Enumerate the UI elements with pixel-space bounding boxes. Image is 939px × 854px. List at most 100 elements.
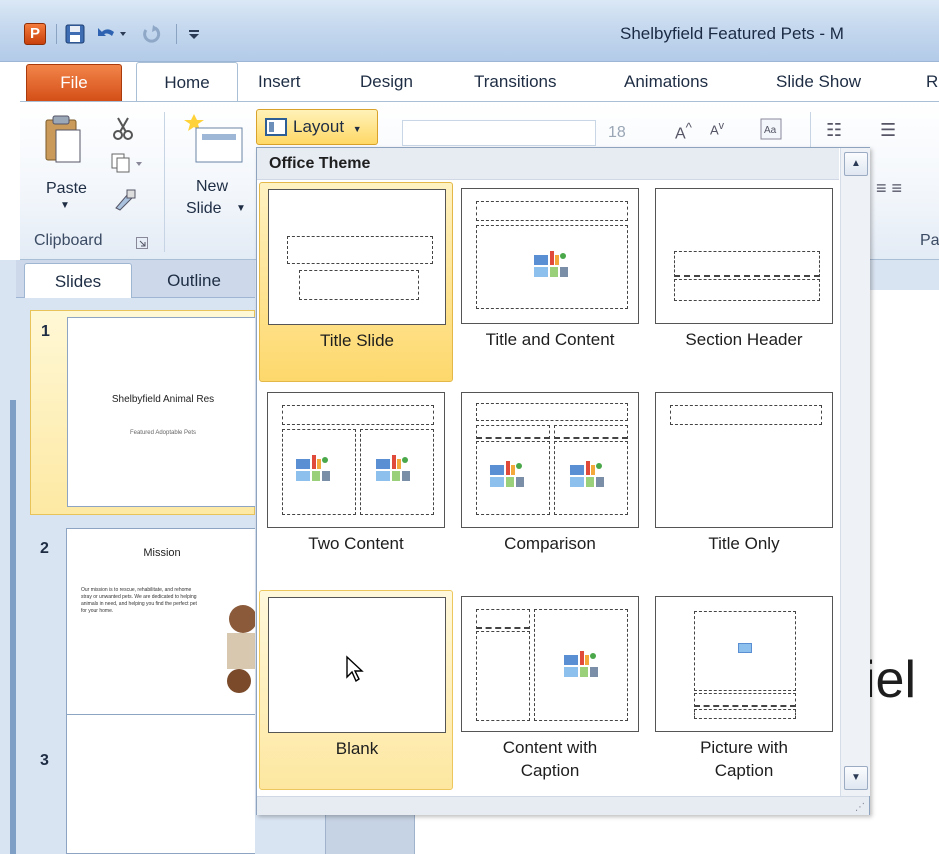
- layout-preview: [267, 392, 445, 528]
- mouse-cursor-icon: [345, 655, 365, 686]
- clear-formatting-icon[interactable]: Aa: [760, 118, 782, 143]
- powerpoint-app-icon[interactable]: P: [24, 23, 46, 45]
- layout-comparison[interactable]: Comparison: [453, 386, 647, 586]
- layout-label: Title Only: [708, 534, 780, 553]
- layout-preview: [461, 188, 639, 324]
- layout-dropdown-arrow: ▼: [352, 124, 362, 134]
- layout-picture-with-caption[interactable]: Picture with Caption: [647, 590, 841, 790]
- qat-separator: [172, 22, 182, 46]
- layout-label: Picture with Caption: [700, 738, 788, 780]
- layout-preview: [461, 596, 639, 732]
- tab-outline[interactable]: Outline: [140, 263, 248, 298]
- clipboard-group-label: Clipboard: [34, 232, 103, 249]
- layout-blank[interactable]: Blank: [259, 590, 453, 790]
- resize-grip-icon[interactable]: ⋰: [855, 802, 865, 813]
- ribbon-tabs: File Home Insert Design Transitions Anim…: [20, 62, 939, 102]
- window-title: Shelbyfield Featured Pets - M: [620, 24, 844, 43]
- tab-insert[interactable]: Insert: [258, 62, 301, 102]
- format-painter-icon[interactable]: [112, 188, 138, 215]
- slide-number: 1: [41, 323, 50, 340]
- picture-placeholder-icon: [738, 643, 752, 653]
- font-name-field[interactable]: [402, 120, 596, 146]
- slide-number: 3: [40, 752, 49, 769]
- layout-content-with-caption[interactable]: Content with Caption: [453, 590, 647, 790]
- scroll-down-button[interactable]: ▼: [844, 766, 868, 790]
- bullets-icon[interactable]: ☷: [826, 120, 842, 141]
- tab-home[interactable]: Home: [136, 62, 238, 102]
- align-text-icon[interactable]: ≡ ≡: [876, 178, 902, 199]
- tab-design[interactable]: Design: [360, 62, 413, 102]
- new-slide-label[interactable]: New: [196, 178, 228, 196]
- layout-gallery: Office Theme Title Slide Title and Conte…: [256, 147, 870, 815]
- copy-icon[interactable]: [110, 152, 144, 177]
- content-placeholder-icon: [534, 251, 568, 277]
- content-placeholder-icon: [376, 455, 410, 481]
- new-slide-icon[interactable]: [180, 110, 246, 169]
- shrink-font-icon[interactable]: Av: [710, 120, 724, 137]
- layout-label: Title and Content: [485, 330, 615, 349]
- tab-slides[interactable]: Slides: [24, 263, 132, 298]
- layout-two-content[interactable]: Two Content: [259, 386, 453, 586]
- customize-qat-icon[interactable]: [184, 22, 204, 46]
- numbering-icon[interactable]: ☰: [880, 120, 896, 141]
- grow-font-icon[interactable]: A^: [675, 120, 692, 143]
- paste-dropdown-arrow[interactable]: ▼: [60, 200, 70, 211]
- pane-tabs: Slides Outline: [16, 260, 255, 298]
- layout-preview: [268, 189, 446, 325]
- content-placeholder-icon: [570, 461, 604, 487]
- tab-slide-show[interactable]: Slide Show: [776, 62, 861, 102]
- new-slide-button[interactable]: Slide: [186, 200, 222, 218]
- layout-icon: [265, 118, 287, 136]
- paste-button[interactable]: Paste: [46, 180, 87, 198]
- layout-preview: [655, 392, 833, 528]
- slide-title-text[interactable]: iel: [864, 650, 916, 710]
- layout-button[interactable]: Layout ▼: [256, 109, 378, 145]
- slide-thumbnail-row[interactable]: 1 Shelbyfield Animal Res Featured Adopta…: [30, 310, 257, 515]
- layout-title-and-content[interactable]: Title and Content: [453, 182, 647, 382]
- clipboard-launcher-icon[interactable]: [136, 236, 148, 252]
- font-size-value: 18: [608, 124, 626, 141]
- slide-thumbnail[interactable]: [66, 714, 256, 854]
- layout-title-slide[interactable]: Title Slide: [259, 182, 453, 382]
- layout-label: Two Content: [308, 534, 404, 553]
- tab-animations[interactable]: Animations: [624, 62, 708, 102]
- tab-file[interactable]: File: [26, 64, 122, 102]
- undo-icon[interactable]: [94, 22, 132, 46]
- paragraph-group-label: Par: [920, 232, 939, 249]
- layout-section-header[interactable]: Section Header: [647, 182, 841, 382]
- layout-preview: [655, 596, 833, 732]
- content-placeholder-icon: [490, 461, 524, 487]
- tab-transitions[interactable]: Transitions: [474, 62, 557, 102]
- layout-label: Section Header: [685, 330, 803, 349]
- redo-icon[interactable]: [138, 22, 164, 46]
- paste-icon[interactable]: [40, 114, 84, 175]
- thumbnail-photo: [217, 589, 257, 699]
- svg-text:Aa: Aa: [764, 125, 777, 136]
- tab-review[interactable]: R: [926, 62, 938, 102]
- layout-title-only[interactable]: Title Only: [647, 386, 841, 586]
- layout-preview: [655, 188, 833, 324]
- new-slide-dropdown-arrow[interactable]: ▼: [236, 203, 246, 214]
- slide-number: 2: [40, 540, 49, 557]
- content-placeholder-icon: [296, 455, 330, 481]
- slide-thumbnail[interactable]: Shelbyfield Animal Res Featured Adoptabl…: [67, 317, 257, 507]
- thumbnail-subtitle: Featured Adoptable Pets: [129, 430, 197, 436]
- gallery-scrollbar[interactable]: ▲ ▼: [840, 148, 870, 796]
- slide-thumbnail-row[interactable]: 2 Mission Our mission is to rescue, reha…: [30, 526, 257, 726]
- font-size-field[interactable]: 18: [600, 120, 660, 146]
- thumbnail-bullets: Our mission is to rescue, rehabilitate, …: [81, 587, 197, 614]
- slide-thumbnail[interactable]: Mission Our mission is to rescue, rehabi…: [66, 528, 257, 722]
- layout-button-label: Layout: [293, 117, 345, 136]
- save-icon[interactable]: [62, 22, 88, 46]
- scroll-up-button[interactable]: ▲: [844, 152, 868, 176]
- cut-icon[interactable]: [112, 116, 134, 143]
- layout-label: Content with Caption: [502, 738, 598, 780]
- slide-thumbnail-row[interactable]: 3: [30, 712, 256, 854]
- thumbnail-title: Mission: [143, 547, 181, 559]
- layout-preview: [461, 392, 639, 528]
- pane-edge: [10, 400, 16, 854]
- ribbon-separator: [164, 112, 165, 252]
- layout-label: Comparison: [504, 534, 596, 553]
- layout-label: Blank: [335, 739, 379, 758]
- slides-pane: Slides Outline 1 Shelbyfield Animal Res …: [0, 260, 257, 854]
